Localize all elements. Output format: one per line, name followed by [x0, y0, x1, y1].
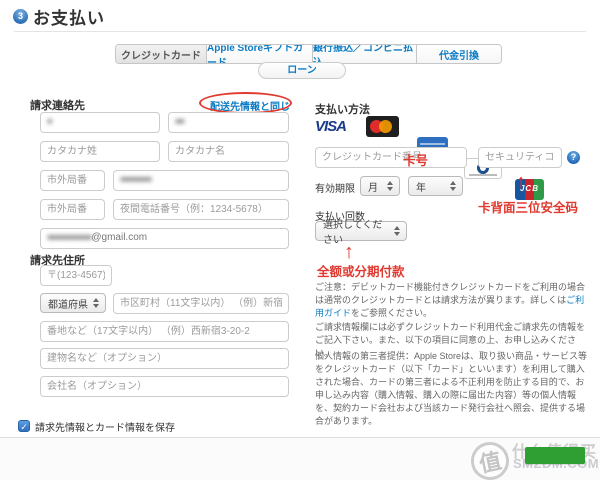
payment-method-heading: 支払い方法 [315, 101, 370, 117]
note-third-party: 個人情報の第三者提供：Apple Storeは、取り扱い商品・サービス等をクレジ… [315, 350, 591, 428]
tab-credit-card[interactable]: クレジットカード [116, 45, 207, 63]
night-phone-field[interactable] [113, 199, 289, 220]
installments-select[interactable]: 選択してください [315, 221, 407, 241]
phone-number-field[interactable]: ■■■■■■■ [113, 170, 289, 191]
select-arrows-icon [394, 226, 401, 236]
postal-code-field[interactable] [40, 265, 112, 286]
tab-gift-card[interactable]: Apple Storeギフトカード [207, 45, 313, 63]
select-arrows-icon [93, 298, 100, 308]
save-info-checkbox[interactable]: ✓ [18, 420, 30, 432]
annotation-arrow-installments: ↑ [344, 242, 354, 262]
katakana-last-name-field[interactable] [40, 141, 160, 162]
annotation-security-code: 卡背面三位安全码 [478, 197, 578, 216]
payment-page: 3 お支払い クレジットカード Apple Storeギフトカード 銀行振込／コ… [0, 0, 600, 480]
page-title: お支払い [33, 4, 105, 29]
expiry-label: 有効期限 [315, 180, 355, 195]
street-field[interactable] [40, 321, 289, 342]
first-name-value: ■■ [175, 116, 184, 126]
building-field[interactable] [40, 348, 289, 369]
expiry-month-value: 月 [368, 179, 378, 194]
watermark-green-badge [525, 447, 585, 464]
annotation-card-number: 卡号 [403, 150, 428, 169]
tab-cod[interactable]: 代金引換 [417, 45, 501, 63]
visa-icon: VISA [315, 118, 346, 135]
installments-value: 選択してください [323, 216, 390, 246]
footer-strip [0, 438, 600, 480]
security-code-field[interactable] [478, 147, 562, 168]
annotation-oval-same-as-shipping [199, 92, 292, 114]
select-arrows-icon [450, 181, 457, 191]
prefecture-select-value: 都道府県 [48, 296, 88, 311]
annotation-installments: 全额或分期付款 [317, 261, 405, 280]
card-number-field[interactable] [315, 147, 467, 168]
katakana-first-name-field[interactable] [168, 141, 289, 162]
save-info-label: 請求先情報とカード情報を保存 [35, 419, 175, 434]
last-name-value: ■ [47, 116, 51, 126]
mastercard-icon [366, 116, 399, 137]
payment-tabs: クレジットカード Apple Storeギフトカード 銀行振込／コンビニ払込 代… [115, 44, 502, 64]
security-code-help-icon[interactable]: ? [567, 151, 580, 164]
city-field[interactable] [113, 293, 289, 314]
last-name-field[interactable]: ■ [40, 112, 160, 133]
night-area-code-field[interactable] [40, 199, 105, 220]
loan-tab-button[interactable]: ローン [258, 62, 346, 79]
expiry-year-value: 年 [416, 179, 426, 194]
header-divider [14, 31, 586, 32]
first-name-field[interactable]: ■■ [168, 112, 289, 133]
email-field[interactable]: ■■■■■■■■■■@gmail.com [40, 228, 289, 249]
prefecture-select[interactable]: 都道府県 [40, 293, 106, 313]
company-field[interactable] [40, 376, 289, 397]
select-arrows-icon [387, 181, 394, 191]
email-masked-value: ■■■■■■■■■■ [47, 232, 91, 242]
step-number-badge: 3 [13, 9, 28, 24]
phone-number-value: ■■■■■■■ [120, 174, 151, 184]
tab-bank-transfer[interactable]: 銀行振込／コンビニ払込 [313, 45, 417, 63]
note-debit-card: ご注意：デビットカード機能付きクレジットカードをご利用の場合は通常のクレジットカ… [315, 281, 591, 320]
expiry-month-select[interactable]: 月 [360, 176, 400, 196]
email-domain: @gmail.com [91, 232, 147, 243]
billing-contact-heading: 請求連絡先 [30, 97, 85, 113]
expiry-year-select[interactable]: 年 [408, 176, 463, 196]
annotation-arrow-security-code: ↑ [516, 172, 526, 192]
area-code-field[interactable] [40, 170, 105, 191]
